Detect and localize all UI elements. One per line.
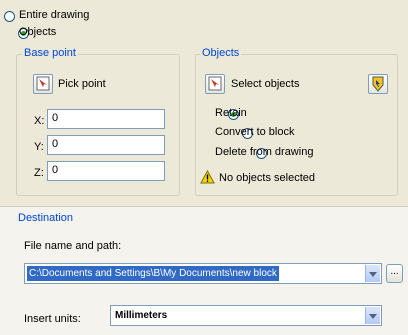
z-label: Z: (34, 167, 44, 179)
retain-label: Retain (215, 107, 247, 119)
insert-units-select[interactable]: Millimeters (110, 305, 382, 326)
insert-units-dropdown-icon[interactable] (365, 307, 380, 324)
z-input[interactable]: 0 (47, 161, 165, 181)
insert-units-label: Insert units: (24, 313, 81, 325)
browse-button[interactable]: ... (386, 264, 403, 283)
select-objects-label: Select objects (231, 78, 300, 90)
entire-drawing-label: Entire drawing (19, 9, 90, 21)
delete-from-drawing-label: Delete from drawing (215, 146, 314, 158)
file-path-value: C:\Documents and Settings\B\My Documents… (27, 266, 279, 281)
file-path-combo[interactable]: C:\Documents and Settings\B\My Documents… (24, 263, 382, 284)
x-label: X: (34, 115, 45, 127)
no-objects-selected-text: No objects selected (219, 172, 315, 184)
file-path-dropdown-icon[interactable] (365, 265, 380, 282)
objects-group-title: Objects (200, 47, 242, 59)
pick-point-icon (36, 76, 50, 91)
pick-point-label: Pick point (58, 78, 106, 90)
warning-icon (200, 170, 215, 184)
quick-select-button[interactable] (368, 74, 388, 94)
select-objects-icon (208, 76, 222, 91)
x-input[interactable]: 0 (47, 109, 165, 129)
file-name-label: File name and path: (24, 240, 122, 252)
pick-point-button[interactable] (33, 74, 53, 94)
radio-entire-drawing[interactable] (4, 10, 15, 22)
quick-select-icon (372, 76, 384, 92)
y-input[interactable]: 0 (47, 135, 165, 155)
base-point-title: Base point (22, 47, 78, 59)
insert-units-value: Millimeters (115, 310, 168, 321)
convert-to-block-label: Convert to block (215, 126, 295, 138)
objects-radio-label: Objects (19, 26, 57, 38)
destination-title: Destination (18, 212, 74, 224)
y-label: Y: (34, 141, 44, 153)
select-objects-button[interactable] (205, 74, 225, 94)
